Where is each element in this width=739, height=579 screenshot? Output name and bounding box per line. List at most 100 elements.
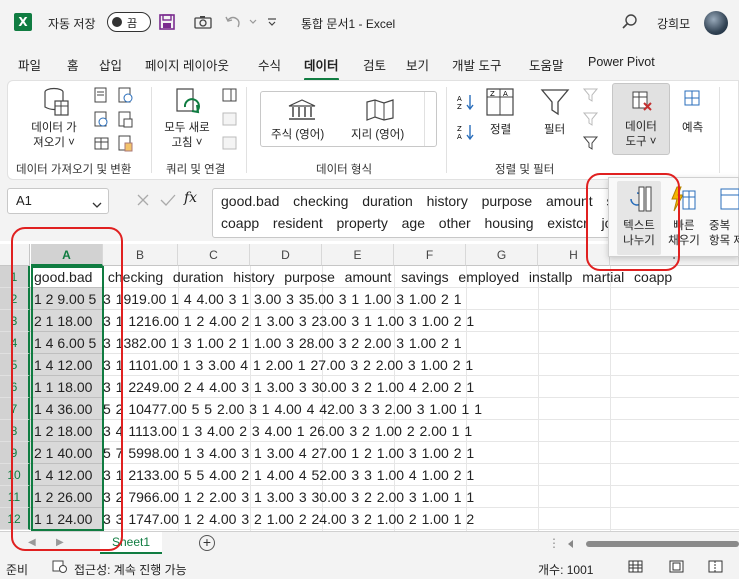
table-row[interactable]: 3 3 1747.00 1 2 4.00 3 2 1.00 2 24.00 3 … (103, 508, 739, 530)
from-table-icon[interactable] (94, 135, 110, 156)
accessibility-icon[interactable] (52, 560, 68, 577)
row-header[interactable]: 4 (0, 332, 30, 354)
col-header-c[interactable]: C (178, 244, 250, 266)
row-header[interactable]: 5 (0, 354, 30, 376)
search-icon[interactable] (621, 13, 639, 34)
filter-label[interactable]: 필터 (544, 123, 565, 138)
query-properties-icon[interactable] (222, 111, 238, 130)
cell-a[interactable]: 1 4 6.00 5 (30, 332, 102, 354)
tab-insert[interactable]: 삽입 (99, 55, 122, 74)
customize-icon[interactable] (262, 12, 282, 32)
save-icon[interactable] (157, 12, 177, 32)
normal-view-icon[interactable] (628, 560, 644, 577)
insert-function-button[interactable]: fx (184, 190, 197, 206)
camera-icon[interactable] (193, 12, 213, 32)
properties-icon[interactable] (118, 135, 134, 156)
existing-connections-icon[interactable] (118, 111, 134, 132)
table-row[interactable]: 3 1 1216.00 1 2 4.00 2 1 3.00 3 23.00 3 … (103, 310, 739, 332)
forecast-label[interactable]: 예측 (682, 121, 703, 136)
cell-a[interactable]: 1 2 18.00 (30, 420, 102, 442)
table-row[interactable]: 3 1919.00 1 4 4.00 3 1 3.00 3 35.00 3 1 … (103, 288, 739, 310)
stocks-icon[interactable] (287, 98, 317, 125)
queries-connections-icon[interactable] (222, 87, 238, 106)
col-header-d[interactable]: D (250, 244, 322, 266)
worksheet-grid[interactable]: A B C D E F G H I 1good.bad checking dur… (0, 241, 739, 531)
forecast-icon[interactable] (683, 89, 703, 112)
data-tools-button[interactable]: 데이터 도구 ˅ (612, 83, 670, 155)
row-header[interactable]: 3 (0, 310, 30, 332)
chevron-down-icon[interactable] (92, 197, 102, 212)
table-row[interactable]: 3 1382.00 1 3 1.00 2 1 1.00 3 28.00 3 2 … (103, 332, 739, 354)
undo-icon[interactable] (223, 12, 243, 32)
remove-duplicates-button[interactable]: 중복 항목 제 (705, 181, 739, 255)
sheet-tab-sheet1[interactable]: Sheet1 (100, 532, 162, 554)
table-row[interactable]: checking duration history purpose amount… (103, 266, 739, 288)
cancel-icon[interactable] (136, 193, 150, 210)
row-header[interactable]: 1 (0, 266, 30, 288)
row-header[interactable]: 6 (0, 376, 30, 398)
cell-a[interactable]: 1 4 36.00 (30, 398, 102, 420)
table-row[interactable]: 3 1 1101.00 1 3 3.00 4 1 2.00 1 27.00 3 … (103, 354, 739, 376)
table-row[interactable]: 5 7 5998.00 1 3 4.00 3 1 3.00 4 27.00 1 … (103, 442, 739, 464)
sort-icon[interactable]: ZA (485, 87, 515, 120)
cell-a[interactable]: 1 4 12.00 (30, 464, 102, 486)
enter-icon[interactable] (160, 193, 176, 210)
page-break-view-icon[interactable] (708, 560, 724, 577)
tab-review[interactable]: 검토 (363, 55, 386, 74)
get-data-label[interactable]: 데이터 가 져오기 ˅ (30, 121, 78, 151)
row-header[interactable]: 7 (0, 398, 30, 420)
col-header-g[interactable]: G (466, 244, 538, 266)
cell-a[interactable]: 1 4 12.00 (30, 354, 102, 376)
prev-sheet-icon[interactable]: ◀ (28, 537, 36, 548)
col-header-b[interactable]: B (103, 244, 178, 266)
tab-page-layout[interactable]: 페이지 레이아웃 (145, 55, 229, 74)
text-to-columns-button[interactable]: 텍스트 나누기 (617, 181, 661, 255)
name-box[interactable]: A1 (7, 188, 109, 214)
table-row[interactable]: 3 4 1113.00 1 3 4.00 2 3 4.00 1 26.00 3 … (103, 420, 739, 442)
sheet-scroll-menu-icon[interactable]: ⋮ (548, 536, 560, 550)
filter-icon[interactable] (540, 87, 570, 120)
refresh-all-label[interactable]: 모두 새로 고침 ˅ (160, 121, 214, 151)
refresh-all-icon[interactable] (175, 87, 203, 120)
user-name[interactable]: 강희모 (657, 15, 690, 32)
tab-view[interactable]: 보기 (406, 55, 429, 74)
advanced-filter-icon[interactable] (582, 135, 601, 154)
reapply-filter-icon[interactable] (582, 111, 601, 130)
sort-descending-icon[interactable]: ZA (456, 123, 476, 144)
clear-filter-icon[interactable] (582, 87, 601, 106)
tab-home[interactable]: 홈 (67, 55, 79, 74)
geography-icon[interactable] (365, 98, 395, 125)
row-header[interactable]: 11 (0, 486, 30, 508)
sort-ascending-icon[interactable]: AZ (456, 93, 476, 114)
status-accessibility[interactable]: 접근성: 계속 진행 가능 (74, 561, 187, 578)
cell-a[interactable]: 1 1 24.00 (30, 508, 102, 530)
table-row[interactable]: 3 1 2249.00 2 4 4.00 3 1 3.00 3 30.00 3 … (103, 376, 739, 398)
edit-links-icon[interactable] (222, 135, 238, 154)
tab-data[interactable]: 데이터 (304, 55, 339, 81)
row-header[interactable]: 8 (0, 420, 30, 442)
row-header[interactable]: 10 (0, 464, 30, 486)
add-sheet-icon[interactable]: + (199, 535, 215, 551)
row-header[interactable]: 12 (0, 508, 30, 530)
autosave-toggle[interactable]: 끔 (107, 12, 151, 32)
cell-a[interactable]: 2 1 40.00 (30, 442, 102, 464)
horizontal-scrollbar[interactable] (566, 538, 739, 548)
col-header-e[interactable]: E (322, 244, 394, 266)
table-row[interactable]: 3 1 2133.00 5 5 4.00 2 1 4.00 4 52.00 3 … (103, 464, 739, 486)
cell-a[interactable]: 1 2 26.00 (30, 486, 102, 508)
database-icon[interactable] (42, 87, 70, 120)
flash-fill-button[interactable]: 빠른 채우기 (665, 181, 703, 255)
tab-formulas[interactable]: 수식 (258, 55, 281, 74)
sort-label[interactable]: 정렬 (490, 123, 511, 138)
table-row[interactable]: 3 2 7966.00 1 2 2.00 3 1 3.00 3 30.00 3 … (103, 486, 739, 508)
row-header[interactable]: 2 (0, 288, 30, 310)
from-web-icon[interactable] (94, 111, 110, 132)
select-all-corner[interactable] (0, 244, 30, 266)
recent-sources-icon[interactable] (118, 87, 134, 108)
tab-power-pivot[interactable]: Power Pivot (588, 55, 655, 69)
gallery-scroll[interactable] (424, 92, 436, 146)
col-header-f[interactable]: F (394, 244, 466, 266)
next-sheet-icon[interactable]: ▶ (56, 537, 64, 548)
col-header-h[interactable]: H (538, 244, 610, 266)
from-text-icon[interactable] (94, 87, 110, 108)
